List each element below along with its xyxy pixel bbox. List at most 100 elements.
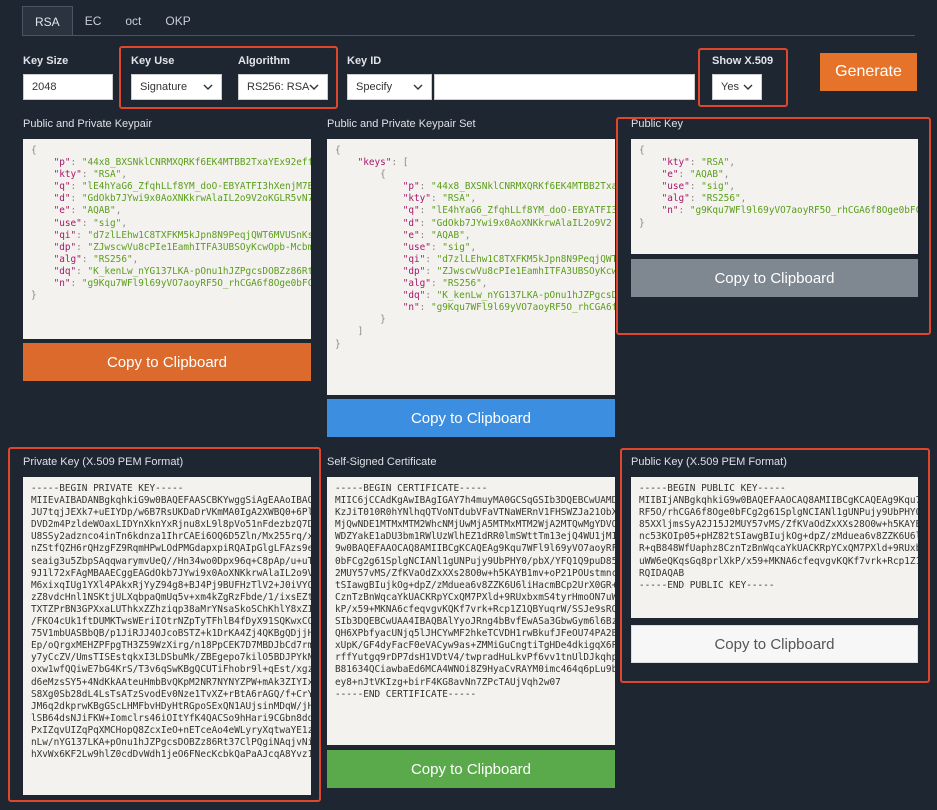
- code-line: uWW6eQKqsGq8prlXkP/x59+MKNA6cfeqvgvKQKf7…: [639, 555, 918, 567]
- certificate-code[interactable]: -----BEGIN CERTIFICATE----- MIIC6jCCAdKgA…: [327, 477, 615, 745]
- private-pem-title: Private Key (X.509 PEM Format): [23, 456, 184, 468]
- keypair-title: Public and Private Keypair: [23, 118, 153, 130]
- code-line: }: [31, 290, 37, 302]
- code-line: "alg": "RS256",: [661, 193, 747, 205]
- show-x509-select[interactable]: Yes: [712, 74, 762, 100]
- code-line: WDZYakE1aDU3bm1RWlUzWlhEZ1dRR0lmSWttTm13…: [335, 531, 615, 543]
- code-line: "alg": "RS256",: [53, 253, 139, 265]
- code-line: "qi": "d7zlLEhw1C8TXFKM5kJpn8N9PeqjQWT6: [402, 253, 615, 265]
- key-id-label: Key ID: [347, 55, 382, 67]
- certificate-copy-button[interactable]: Copy to Clipboard: [327, 750, 615, 788]
- code-line: -----END PUBLIC KEY-----: [639, 579, 775, 591]
- key-id-input[interactable]: [434, 74, 695, 100]
- code-line: KzJiT010R0hYNlhqQTVoNTdubVFaVTNaWERnV1FH…: [335, 507, 615, 519]
- code-line: "d": "GdOkb7JYwi9x0AoXNKkrwAlaIL2o9V2: [402, 217, 612, 229]
- code-line: {: [31, 145, 37, 156]
- public-pem-code[interactable]: -----BEGIN PUBLIC KEY----- MIIBIjANBgkqhk…: [631, 477, 918, 618]
- code-line: MIIBIjANBgkqhkiG9w0BAQEFAAOCAQ8AMIIBCgKC…: [639, 495, 918, 507]
- tab-rsa[interactable]: RSA: [22, 6, 73, 36]
- keypair-set-title: Public and Private Keypair Set: [327, 118, 476, 130]
- private-pem-code[interactable]: -----BEGIN PRIVATE KEY----- MIIEvAIBADANB…: [23, 477, 311, 795]
- code-line: 9w0BAQEFAAOCAQ8AMIIBCgKCAQEAg9Kqu7WFl9l6…: [335, 543, 615, 555]
- algorithm-value: RS256: RSA: [247, 81, 310, 93]
- key-size-input[interactable]: 2048: [23, 74, 113, 100]
- code-line: nZStfQZH6rQHzgFZ9RqmHPwLOdPMGdapxpiRQAIp…: [31, 543, 311, 555]
- code-line: RQIDAQAB: [639, 567, 685, 579]
- code-line: MIIEvAIBADANBgkqhkiG9w0BAQEFAASCBKYwggSi…: [31, 495, 311, 507]
- key-type-tabs: RSA EC oct OKP: [22, 6, 203, 36]
- code-line: "alg": "RS256",: [402, 278, 488, 290]
- code-line: "q": "lE4hYaG6_ZfqhLLf8YM_doO-EBYATFI3: [402, 205, 615, 217]
- code-line: {: [335, 169, 386, 181]
- code-line: "dp": "ZJwscwVu8cPIe1EamhITFA3UBSOyKcw: [402, 265, 615, 277]
- keypair-copy-button[interactable]: Copy to Clipboard: [23, 343, 311, 381]
- show-x509-label: Show X.509: [712, 55, 774, 67]
- code-line: S8Xg0Sb28dL4LsTsATzSvodEv0Nze1TvXZ+rBtA6…: [31, 688, 311, 700]
- key-use-value: Signature: [140, 81, 188, 93]
- code-line: }: [335, 314, 386, 326]
- code-line: PxIZqvUIZqPqXMCHopQ8ZcxIeO+nETceAo4eWLyr…: [31, 724, 311, 736]
- code-line: "use": "sig",: [402, 241, 477, 253]
- code-line: MjQwNDE1MTMxMTM2WhcNMjUwMjA5MTMxMTM2WjA2…: [335, 519, 615, 531]
- code-line: SIb3DQEBCwUAA4IBAQBAlYyoJRng4bBvfEwASa3G…: [335, 616, 615, 628]
- tab-oct[interactable]: oct: [113, 6, 153, 36]
- key-id-select[interactable]: Specify: [347, 74, 432, 100]
- code-line: "use": "sig",: [53, 217, 127, 229]
- code-line: -----BEGIN CERTIFICATE-----: [335, 483, 488, 494]
- code-line: "kty": "RSA",: [661, 157, 735, 169]
- public-key-title: Public Key: [631, 118, 683, 130]
- code-line: rffYutgq9rDP7dsH1VDtV4/twpradHuLkvPf6vv1…: [335, 652, 615, 664]
- code-line: MIIC6jCCAdKgAwIBAgIGAY7h4muyMA0GCSqGSIb3…: [335, 495, 615, 507]
- code-line: "e": "AQAB",: [661, 169, 730, 181]
- code-line: "d": "GdOkb7JYwi9x0AoXNKkrwAlaIL2o9V2oKG…: [53, 193, 311, 205]
- chevron-down-icon: [309, 84, 319, 90]
- certificate-title: Self-Signed Certificate: [327, 456, 437, 468]
- code-line: -----END CERTIFICATE-----: [335, 688, 477, 700]
- code-line: oxw1wfQQiwE7bG4KrS/T3v6qSwKBgQCUTiFhobr9…: [31, 664, 311, 676]
- code-line: "p": "44x8_BXSNklCNRMXQRKf6EK4MTBB2TxaYE…: [53, 157, 311, 169]
- tab-divider: [22, 35, 915, 36]
- keypair-code[interactable]: { "p": "44x8_BXSNklCNRMXQRKf6EK4MTBB2Txa…: [23, 139, 311, 339]
- code-line: {: [639, 145, 645, 156]
- key-id-value: Specify: [356, 81, 393, 93]
- code-line: 75V1mbUASBbQB/p1JiRJJ4OJcoBSTZ+k1DrKA4Zj…: [31, 628, 311, 640]
- chevron-down-icon: [413, 84, 423, 90]
- code-line: "n": "g9Kqu7WFl9l69yVO7aoyRF5O_rhCGA6f: [402, 302, 615, 314]
- code-line: "kty": "RSA",: [402, 193, 477, 205]
- keypair-set-code[interactable]: { "keys": [ { "p": "44x8_BXSNklCNRMXQRKf…: [327, 139, 615, 395]
- code-line: Ep/oQrgxMEHZPFpgTH3Z59WzXirg/n18PpCEK7D7…: [31, 640, 311, 652]
- generate-button[interactable]: Generate: [820, 53, 917, 91]
- code-line: "keys": [: [357, 157, 409, 169]
- public-key-copy-button[interactable]: Copy to Clipboard: [631, 259, 918, 297]
- code-line: TXTZPrBN3GPXxaLUThkxZZhziqp38aMrYNsaSkoS…: [31, 603, 311, 615]
- code-line: hXvWx6KF2Lw9hlZ0cdDvWdh1jeO6FNecKcbkQaPa…: [31, 749, 311, 761]
- code-line: "use": "sig",: [661, 181, 735, 193]
- public-key-code[interactable]: { "kty": "RSA", "e": "AQAB", "use": "sig…: [631, 139, 918, 254]
- code-line: 0bFCg2g61SplgNCIANl1gUNPujy9UbPHY0/pbX/Y…: [335, 555, 615, 567]
- code-line: "dp": "ZJwscwVu8cPIe1EamhITFA3UBSOyKcwOp…: [53, 241, 311, 253]
- code-line: nLw/nYG137LKA+pOnu1hJZPgcsDOBZz86Rt37ClP…: [31, 736, 311, 748]
- chevron-down-icon: [203, 84, 213, 90]
- code-line: "kty": "RSA",: [53, 169, 127, 181]
- algorithm-select[interactable]: RS256: RSA: [238, 74, 328, 100]
- code-line: nc53KOIp05+pHZ82tSIawgBIujkOg+dpZ/zMduea…: [639, 531, 918, 543]
- code-line: "e": "AQAB",: [402, 229, 471, 241]
- code-line: "dq": "K_kenLw_nYG137LKA-pOnu1hJZPgcsD: [402, 290, 615, 302]
- tab-ec[interactable]: EC: [73, 6, 114, 36]
- public-pem-copy-button[interactable]: Copy to Clipboard: [631, 625, 918, 663]
- code-line: ]: [335, 326, 364, 338]
- code-line: B81634QCiawbaEd6MCA4WNOi8Z9HyaCvRAYM0imc…: [335, 664, 615, 676]
- public-pem-title: Public Key (X.509 PEM Format): [631, 456, 787, 468]
- key-use-select[interactable]: Signature: [131, 74, 222, 100]
- key-size-label: Key Size: [23, 55, 69, 67]
- code-line: zZ8vdcHnl1NSKtjULXqbpaQmUq5v+xm4kZgRzFbd…: [31, 591, 311, 603]
- code-line: 2MUY57vMS/ZfKVaOdZxXXs28O0w+h5KAYB1mv+oP…: [335, 567, 615, 579]
- tab-okp[interactable]: OKP: [153, 6, 202, 36]
- show-x509-value: Yes: [721, 81, 739, 93]
- keypair-set-copy-button[interactable]: Copy to Clipboard: [327, 399, 615, 437]
- code-line: seaig3u5ZbpSAqqwarymvUeQ//Hn34wo0Dpx96q+…: [31, 555, 311, 567]
- code-line: {: [335, 145, 341, 156]
- algorithm-label: Algorithm: [238, 55, 290, 67]
- code-line: CznTzBnWqcaYkUACKRpYCxQM7PXld+9RUxbxmS4t…: [335, 591, 615, 603]
- code-line: "e": "AQAB",: [53, 205, 122, 217]
